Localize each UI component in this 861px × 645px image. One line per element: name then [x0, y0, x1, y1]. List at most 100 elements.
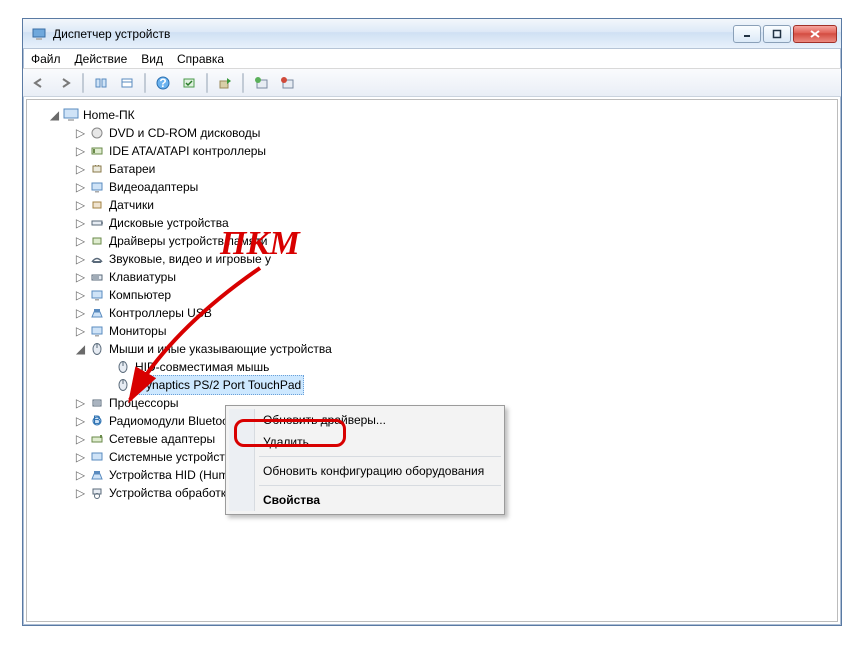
spacer — [101, 362, 112, 373]
expand-icon[interactable]: ▷ — [75, 200, 86, 211]
tree-item-label: Звуковые, видео и игровые у — [109, 250, 271, 268]
menu-item-properties[interactable]: Свойства — [229, 489, 501, 511]
category-icon — [89, 485, 105, 501]
toolbar-separator — [82, 73, 84, 93]
svg-text:B: B — [93, 415, 101, 427]
collapse-icon[interactable]: ◢ — [49, 110, 60, 121]
category-icon — [89, 179, 105, 195]
maximize-button[interactable] — [763, 25, 791, 43]
category-icon — [89, 251, 105, 267]
tree-panel: ◢ Home-ПК ▷ DVD и CD-ROM дисководы▷IDE AT… — [26, 99, 838, 622]
tree-device[interactable]: HID-совместимая мышь — [31, 358, 833, 376]
mouse-icon — [89, 341, 105, 357]
expand-icon[interactable]: ▷ — [75, 470, 86, 481]
scan-button[interactable] — [177, 72, 201, 94]
expand-icon[interactable]: ▷ — [75, 434, 86, 445]
tree-category[interactable]: ▷ DVD и CD-ROM дисководы — [31, 124, 833, 142]
tree-root[interactable]: ◢ Home-ПК — [31, 106, 833, 124]
back-button[interactable] — [27, 72, 51, 94]
tree-category[interactable]: ▷ Звуковые, видео и игровые у — [31, 250, 833, 268]
tree-category-mice[interactable]: ◢ Мыши и иные указывающие устройства — [31, 340, 833, 358]
category-icon — [89, 233, 105, 249]
category-icon — [89, 197, 105, 213]
tree-category[interactable]: ▷Драйверы устройств памяти — [31, 232, 833, 250]
category-icon — [89, 143, 105, 159]
expand-icon[interactable]: ▷ — [75, 416, 86, 427]
menu-item-refresh-hw[interactable]: Обновить конфигурацию оборудования — [229, 460, 501, 482]
menubar: Файл Действие Вид Справка — [23, 49, 841, 69]
category-icon — [89, 449, 105, 465]
tree-category[interactable]: ▷ Видеоадаптеры — [31, 178, 833, 196]
menu-view[interactable]: Вид — [141, 52, 163, 66]
expand-icon[interactable]: ▷ — [75, 164, 86, 175]
tree-device-selected[interactable]: Synaptics PS/2 Port TouchPad — [31, 376, 833, 394]
toolbar-separator — [206, 73, 208, 93]
expand-icon[interactable]: ▷ — [75, 326, 86, 337]
properties-button[interactable] — [115, 72, 139, 94]
menu-item-delete[interactable]: Удалить — [229, 431, 501, 453]
show-hidden-button[interactable] — [89, 72, 113, 94]
tree-item-label: DVD и CD-ROM дисководы — [109, 124, 260, 142]
tree-category[interactable]: ▷Мониторы — [31, 322, 833, 340]
window-frame: Диспетчер устройств Файл Действие Вид Сп… — [22, 18, 842, 626]
expand-icon[interactable]: ▷ — [75, 272, 86, 283]
tree-category[interactable]: ▷ Датчики — [31, 196, 833, 214]
expand-icon[interactable]: ▷ — [75, 218, 86, 229]
expand-icon[interactable]: ▷ — [75, 488, 86, 499]
collapse-icon[interactable]: ◢ — [75, 344, 86, 355]
tree-item-label: Клавиатуры — [109, 268, 176, 286]
tree-item-label: Батареи — [109, 160, 155, 178]
tree-category[interactable]: ▷ Клавиатуры — [31, 268, 833, 286]
tree-item-label: Дисковые устройства — [109, 214, 229, 232]
update-driver-button[interactable] — [213, 72, 237, 94]
spacer — [101, 380, 112, 391]
tree-item-label: Процессоры — [109, 394, 179, 412]
expand-icon[interactable]: ▷ — [75, 182, 86, 193]
category-icon — [89, 395, 105, 411]
expand-icon[interactable]: ▷ — [75, 254, 86, 265]
category-icon — [89, 125, 105, 141]
tree-item-label: Компьютер — [109, 286, 171, 304]
category-icon — [89, 269, 105, 285]
tree-item-label: Радиомодули Bluetoot — [109, 412, 232, 430]
mouse-icon — [115, 359, 131, 375]
computer-icon — [63, 107, 79, 123]
menu-action[interactable]: Действие — [75, 52, 128, 66]
category-icon — [89, 323, 105, 339]
category-icon — [89, 467, 105, 483]
help-button[interactable]: ? — [151, 72, 175, 94]
expand-icon[interactable]: ▷ — [75, 308, 86, 319]
expand-icon[interactable]: ▷ — [75, 236, 86, 247]
tree-category[interactable]: ▷ Батареи — [31, 160, 833, 178]
enable-button[interactable] — [249, 72, 273, 94]
context-menu: Обновить драйверы... Удалить Обновить ко… — [225, 405, 505, 515]
tree-item-label: Мыши и иные указывающие устройства — [109, 340, 332, 358]
tree-item-label: Synaptics PS/2 Port TouchPad — [135, 375, 304, 395]
tree-item-label: Контроллеры USB — [109, 304, 212, 322]
uninstall-button[interactable] — [275, 72, 299, 94]
expand-icon[interactable]: ▷ — [75, 146, 86, 157]
category-icon — [89, 287, 105, 303]
expand-icon[interactable]: ▷ — [75, 128, 86, 139]
svg-text:?: ? — [159, 76, 166, 90]
close-button[interactable] — [793, 25, 837, 43]
expand-icon[interactable]: ▷ — [75, 290, 86, 301]
tree-category[interactable]: ▷ Дисковые устройства — [31, 214, 833, 232]
tree-item-label: Сетевые адаптеры — [109, 430, 215, 448]
expand-icon[interactable]: ▷ — [75, 452, 86, 463]
menu-file[interactable]: Файл — [31, 52, 61, 66]
tree-item-label: Устройства HID (Hum — [109, 466, 228, 484]
tree-category[interactable]: ▷ Компьютер — [31, 286, 833, 304]
minimize-button[interactable] — [733, 25, 761, 43]
menu-item-update-drivers[interactable]: Обновить драйверы... — [229, 409, 501, 431]
category-icon — [89, 305, 105, 321]
expand-icon[interactable]: ▷ — [75, 398, 86, 409]
tree-item-label: Датчики — [109, 196, 154, 214]
forward-button[interactable] — [53, 72, 77, 94]
menu-help[interactable]: Справка — [177, 52, 224, 66]
menu-separator — [259, 456, 501, 457]
tree-category[interactable]: ▷IDE ATA/ATAPI контроллеры — [31, 142, 833, 160]
titlebar[interactable]: Диспетчер устройств — [23, 19, 841, 49]
tree-item-label: Видеоадаптеры — [109, 178, 198, 196]
tree-category[interactable]: ▷ Контроллеры USB — [31, 304, 833, 322]
